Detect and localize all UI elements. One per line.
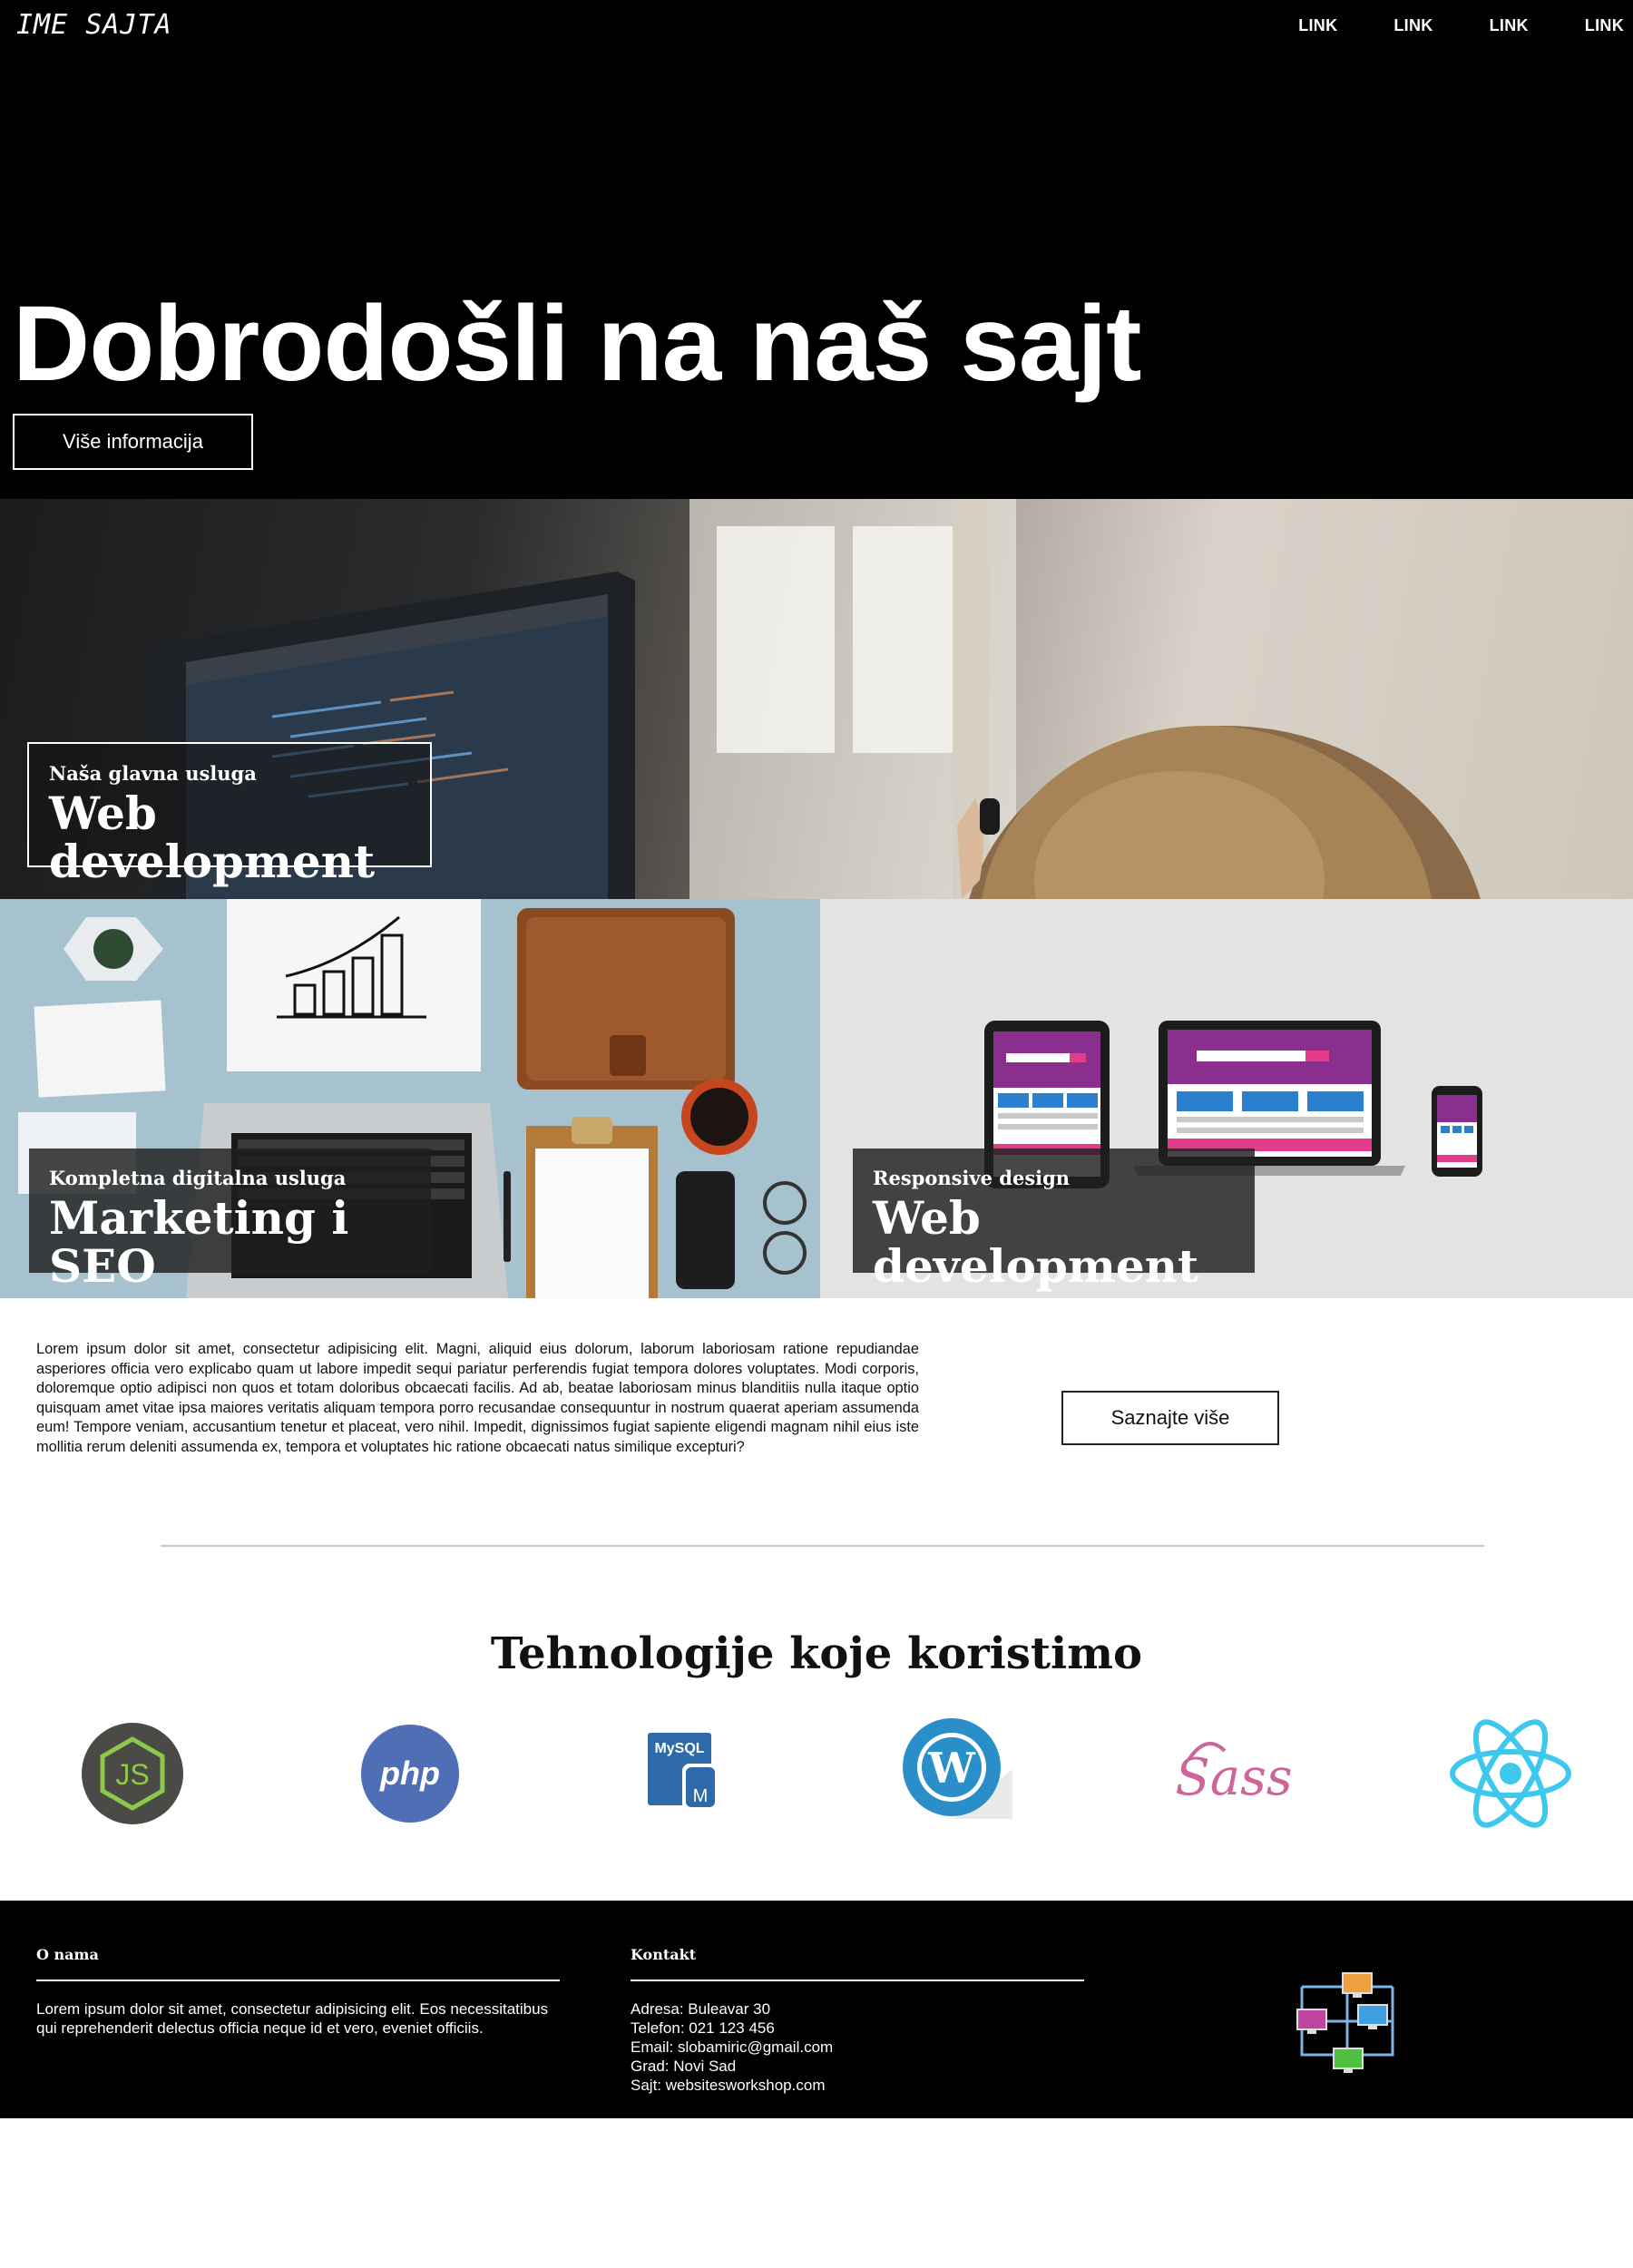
contact-phone: Telefon: 021 123 456 <box>631 2019 775 2037</box>
footer-contact-divider <box>631 1980 1084 1981</box>
service-subtitle: Kompletna digitalna usluga <box>49 1167 347 1189</box>
service-subtitle: Naša glavna usluga <box>49 762 257 785</box>
svg-text:M: M <box>693 1786 709 1806</box>
footer-contact-heading: Kontakt <box>631 1946 697 1963</box>
sass-icon: Sass <box>1170 1715 1297 1833</box>
footer-contact: Kontakt Adresa: Buleavar 30 Telefon: 021… <box>631 1946 1084 2095</box>
contact-address: Adresa: Buleavar 30 <box>631 2000 771 2018</box>
hero-title: Dobrodošli na naš sajt <box>13 284 1141 404</box>
service-subtitle: Responsive design <box>873 1167 1071 1189</box>
more-info-button[interactable]: Više informacija <box>13 414 253 470</box>
service-title: Web development <box>873 1191 1199 1293</box>
nav-link-3[interactable]: LINK <box>1490 16 1529 35</box>
hero-section: IME SAJTA LINK LINK LINK LINK Dobrodošli… <box>0 0 1633 499</box>
service-caption-marketing: Kompletna digitalna usluga Marketing i S… <box>29 1149 431 1289</box>
service-caption-main: Naša glavna usluga Web development <box>27 742 432 885</box>
section-divider <box>161 1545 1484 1547</box>
svg-text:MySQL: MySQL <box>654 1741 704 1756</box>
contact-email[interactable]: Email: slobamiric@gmail.com <box>631 2038 1084 2057</box>
network-icon <box>1296 1972 1394 2073</box>
react-icon <box>1447 1715 1574 1833</box>
learn-more-button[interactable]: Saznajte više <box>1061 1391 1279 1445</box>
footer-about-divider <box>36 1980 560 1981</box>
technologies-title: Tehnologije koje koristimo <box>490 1628 1143 1679</box>
intro-text: Lorem ipsum dolor sit amet, consectetur … <box>36 1341 919 1455</box>
site-logo[interactable]: IME SAJTA <box>16 9 172 41</box>
svg-text:php: php <box>379 1755 440 1792</box>
main-nav: LINK LINK LINK LINK <box>1298 16 1624 35</box>
contact-city: Grad: Novi Sad <box>631 2058 737 2075</box>
php-icon: php <box>347 1715 474 1833</box>
footer-about-text: Lorem ipsum dolor sit amet, consectetur … <box>36 2000 549 2037</box>
service-tile-responsive[interactable]: Responsive design Web development <box>820 899 1633 1298</box>
service-caption-responsive: Responsive design Web development <box>853 1149 1255 1289</box>
wordpress-icon: W <box>895 1715 1022 1833</box>
contact-website[interactable]: Sajt: websitesworkshop.com <box>631 2076 1084 2095</box>
service-tile-marketing-seo[interactable]: Kompletna digitalna usluga Marketing i S… <box>0 899 820 1298</box>
footer-about-heading: O nama <box>36 1946 99 1963</box>
service-title: Web development <box>49 787 376 888</box>
service-title: Marketing i SEO <box>49 1191 349 1293</box>
footer-about: O nama Lorem ipsum dolor sit amet, conse… <box>36 1946 560 2038</box>
nav-link-1[interactable]: LINK <box>1298 16 1337 35</box>
nodejs-icon: JS <box>69 1715 196 1833</box>
svg-text:JS: JS <box>115 1758 149 1791</box>
svg-text:W: W <box>927 1744 976 1793</box>
technologies-icons: JS php MySQL M W Sass <box>0 1715 1633 1833</box>
nav-link-2[interactable]: LINK <box>1393 16 1433 35</box>
service-tile-web-development[interactable]: Naša glavna usluga Web development <box>0 499 1633 899</box>
site-footer: O nama Lorem ipsum dolor sit amet, conse… <box>0 1901 1633 2118</box>
nav-link-4[interactable]: LINK <box>1585 16 1624 35</box>
mysql-icon: MySQL M <box>621 1715 748 1833</box>
